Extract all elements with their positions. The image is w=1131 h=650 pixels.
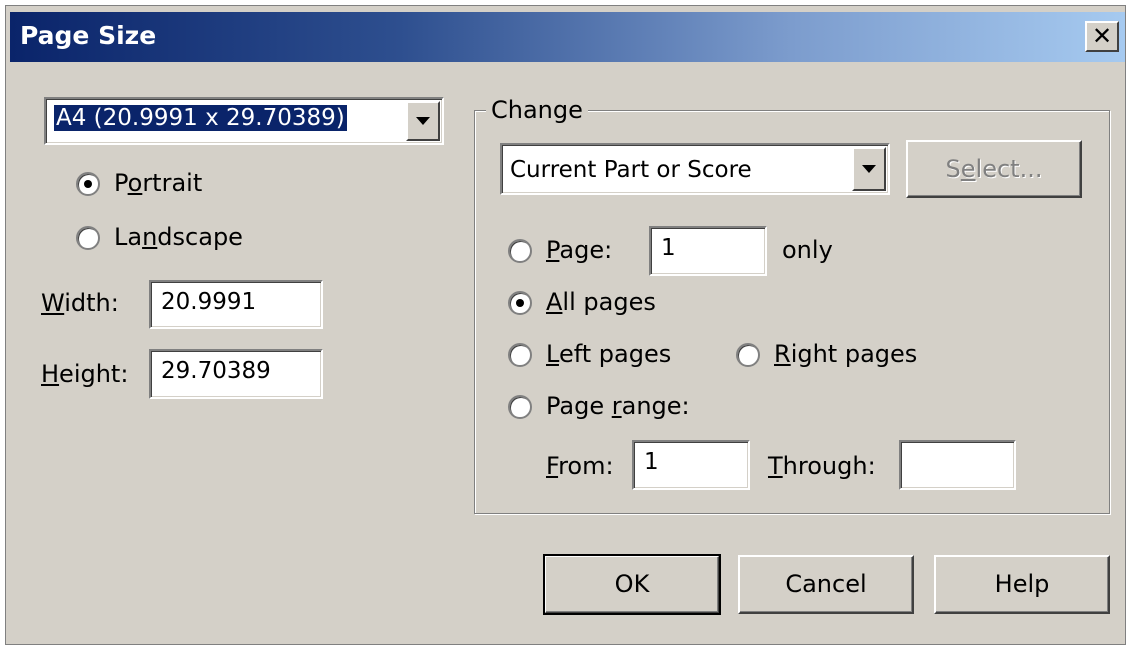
close-icon: ✕ xyxy=(1091,22,1113,50)
landscape-radio[interactable] xyxy=(76,226,100,250)
chevron-down-icon[interactable] xyxy=(406,101,440,141)
dialog-title: Page Size xyxy=(20,21,157,50)
page-label[interactable]: Page: xyxy=(546,236,612,264)
all-pages-radio[interactable] xyxy=(508,291,532,315)
scope-value: Current Part or Score xyxy=(510,157,752,183)
cancel-button[interactable]: Cancel xyxy=(738,555,914,614)
chevron-down-icon[interactable] xyxy=(852,147,886,191)
from-field[interactable]: 1 xyxy=(632,440,750,490)
width-label: Width: xyxy=(41,289,119,317)
close-button[interactable]: ✕ xyxy=(1085,21,1119,52)
page-range-radio[interactable] xyxy=(508,395,532,419)
select-button[interactable]: Select... xyxy=(906,140,1082,198)
height-label: Height: xyxy=(41,360,129,388)
page-radio[interactable] xyxy=(508,239,532,263)
left-pages-label[interactable]: Left pages xyxy=(546,340,671,368)
left-pages-radio[interactable] xyxy=(508,343,532,367)
through-label: Through: xyxy=(768,452,876,480)
right-pages-radio[interactable] xyxy=(736,343,760,367)
title-bar[interactable]: Page Size ✕ xyxy=(10,12,1125,62)
change-group-title: Change xyxy=(486,96,588,124)
height-field[interactable]: 29.70389 xyxy=(149,349,323,399)
through-field[interactable] xyxy=(899,440,1016,490)
help-button[interactable]: Help xyxy=(934,555,1110,614)
paper-size-value: A4 (20.9991 x 29.70389) xyxy=(54,105,347,131)
right-pages-label[interactable]: Right pages xyxy=(774,340,917,368)
scope-combo[interactable]: Current Part or Score xyxy=(500,143,890,195)
ok-button[interactable]: OK xyxy=(543,554,721,615)
page-range-label[interactable]: Page range: xyxy=(546,392,690,420)
page-only-label: only xyxy=(782,236,833,264)
paper-size-combo[interactable]: A4 (20.9991 x 29.70389) xyxy=(44,97,444,145)
page-number-field[interactable]: 1 xyxy=(649,226,767,276)
portrait-label[interactable]: Portrait xyxy=(114,169,202,197)
landscape-label[interactable]: Landscape xyxy=(114,223,243,251)
portrait-radio[interactable] xyxy=(76,172,100,196)
width-field[interactable]: 20.9991 xyxy=(149,280,323,329)
all-pages-label[interactable]: All pages xyxy=(546,288,656,316)
from-label: From: xyxy=(546,452,614,480)
